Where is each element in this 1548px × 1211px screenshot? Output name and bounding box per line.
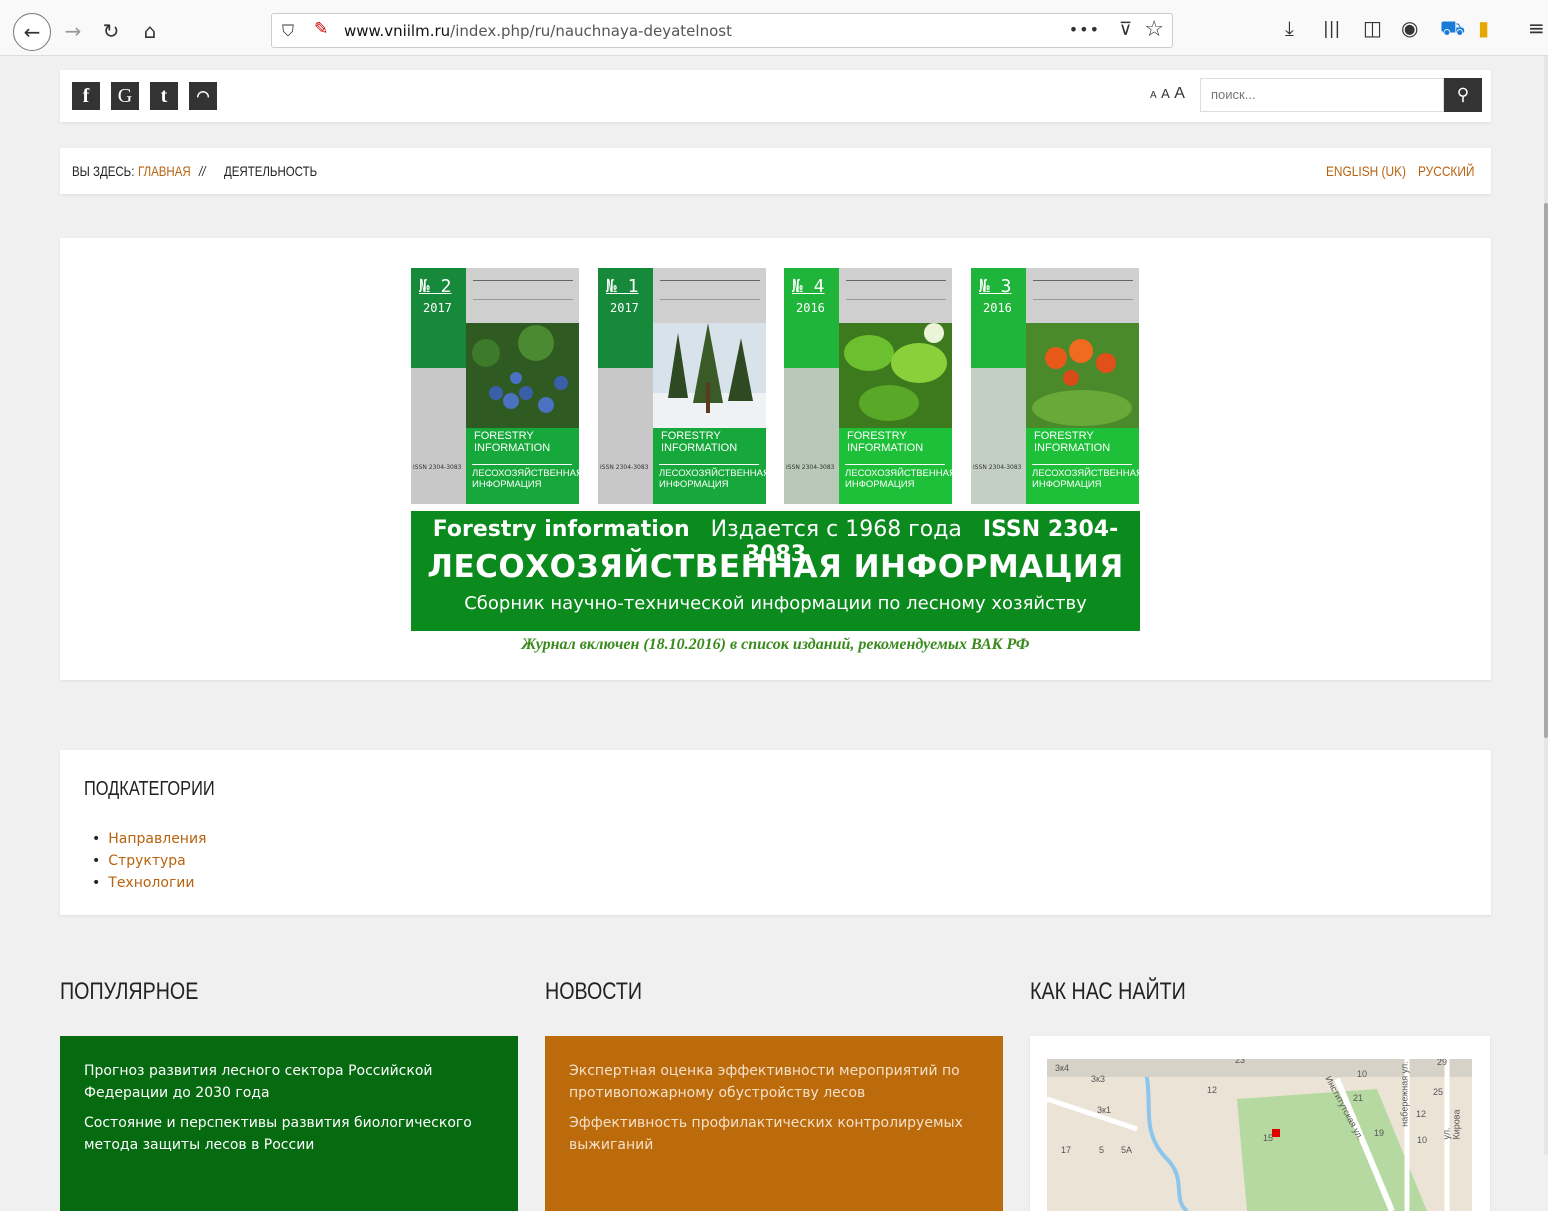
oak-leaves-photo	[839, 323, 952, 428]
breadcrumb-bar: ВЫ ЗДЕСЬ: ГЛАВНАЯ // ДЕЯТЕЛЬНОСТЬ ENGLIS…	[60, 148, 1491, 194]
news-title: НОВОСТИ	[545, 978, 643, 1005]
breadcrumb-home-link[interactable]: ГЛАВНАЯ	[138, 163, 191, 179]
journal-banner[interactable]: № 2 2017 FORESTRY INFORMATION ЛЕСОХОЗЯЙСТВ…	[60, 238, 1491, 680]
font-size-switcher: A A A	[1150, 85, 1185, 103]
vak-note: Журнал включен (18.10.2016) в список изд…	[521, 636, 1030, 653]
popular-article-link[interactable]: Прогноз развития лесного сектора Российс…	[84, 1060, 494, 1104]
home-button[interactable]: ⌂	[133, 14, 167, 48]
pine-forest-photo	[653, 323, 766, 428]
journal-cover[interactable]: № 2 2017 FORESTRY INFORMATION ЛЕСОХОЗЯЙСТВ…	[411, 268, 579, 504]
location-map[interactable]: 3к4 3к3 3к1 23 12 10 21 25 29 12 19 10 1…	[1047, 1059, 1472, 1211]
journal-cover[interactable]: № 3 2016 FORESTRY INFORMATION ЛЕСОХОЗЯЙСТВ…	[971, 268, 1139, 504]
font-normal-button[interactable]: A	[1161, 86, 1170, 101]
news-article-link[interactable]: Эффективность профилактических контролир…	[569, 1112, 979, 1156]
language-english-link[interactable]: ENGLISH (UK)	[1326, 163, 1406, 179]
account-icon[interactable]: ◉	[1401, 16, 1418, 40]
subcategory-link[interactable]: Технологии	[92, 872, 206, 894]
twitter-icon[interactable]: t	[150, 82, 178, 110]
subcategories-list: Направления Структура Технологии	[92, 828, 206, 894]
library-icon[interactable]: |||	[1323, 19, 1340, 39]
page-content: f G t ◠ A A A поиск... ⚲ ВЫ ЗДЕСЬ: ГЛАВН…	[0, 56, 1548, 1211]
insecure-icon[interactable]: ✎	[314, 19, 328, 39]
font-large-button[interactable]: A	[1174, 85, 1185, 103]
google-icon[interactable]: G	[111, 82, 139, 110]
shield-icon[interactable]: ⛉	[282, 21, 294, 41]
top-bar: f G t ◠ A A A поиск... ⚲	[60, 70, 1491, 122]
popular-card: Прогноз развития лесного сектора Российс…	[60, 1036, 518, 1211]
page-actions-button[interactable]: •••	[1069, 20, 1100, 39]
find-us-title: КАК НАС НАЙТИ	[1030, 978, 1186, 1005]
cloudberry-photo	[1026, 323, 1139, 428]
back-button[interactable]: ←	[13, 13, 51, 51]
forward-button[interactable]: →	[56, 14, 90, 48]
subcategory-link[interactable]: Структура	[92, 850, 206, 872]
blueberries-photo	[466, 323, 579, 428]
popular-title: ПОПУЛЯРНОЕ	[60, 978, 199, 1005]
journal-title-band[interactable]: Forestry information Издается с 1968 год…	[411, 511, 1140, 631]
font-small-button[interactable]: A	[1150, 90, 1157, 101]
language-russian-link[interactable]: РУССКИЙ	[1418, 163, 1474, 179]
popular-article-link[interactable]: Состояние и перспективы развития биологи…	[84, 1112, 494, 1156]
address-bar[interactable]: ⛉ ✎ www.vniilm.ru/index.php/ru/nauchnaya…	[271, 13, 1173, 48]
pocket-icon[interactable]: ⊽	[1119, 19, 1132, 40]
search-input[interactable]: поиск...	[1200, 78, 1444, 112]
search-icon: ⚲	[1456, 85, 1470, 105]
subcategories-title: ПОДКАТЕГОРИИ	[84, 778, 215, 800]
browser-toolbar: ← → ↻ ⌂ ⛉ ✎ www.vniilm.ru/index.php/ru/n…	[0, 0, 1548, 56]
menu-icon[interactable]: ≡	[1528, 16, 1545, 40]
facebook-icon[interactable]: f	[72, 82, 100, 110]
subcategories-panel: ПОДКАТЕГОРИИ Направления Структура Техно…	[60, 750, 1491, 915]
map-panel: 3к4 3к3 3к1 23 12 10 21 25 29 12 19 10 1…	[1030, 1036, 1490, 1211]
news-card: Экспертная оценка эффективности мероприя…	[545, 1036, 1003, 1211]
downloads-icon[interactable]: ⤓	[1285, 16, 1294, 40]
reload-button[interactable]: ↻	[94, 14, 128, 48]
cart-extension-icon[interactable]: ⛟	[1440, 16, 1465, 43]
scrollbar-thumb[interactable]	[1544, 203, 1548, 738]
journal-cover[interactable]: № 4 2016 FORESTRY INFORMATION ЛЕСОХОЗЯЙСТВ…	[784, 268, 952, 504]
url-text[interactable]: www.vniilm.ru/index.php/ru/nauchnaya-dey…	[344, 22, 732, 40]
breadcrumb-label: ВЫ ЗДЕСЬ:	[72, 163, 135, 179]
news-article-link[interactable]: Экспертная оценка эффективности мероприя…	[569, 1060, 979, 1104]
subcategory-link[interactable]: Направления	[92, 828, 206, 850]
sidebar-icon[interactable]: ◫	[1363, 16, 1382, 40]
journal-cover[interactable]: № 1 2017 FORESTRY INFORMATION ЛЕСОХОЗЯЙСТВ…	[598, 268, 766, 504]
search-button[interactable]: ⚲	[1444, 78, 1482, 112]
flag-extension-icon[interactable]: ▮	[1478, 16, 1489, 40]
breadcrumb-separator: //	[199, 163, 206, 179]
breadcrumb-current: ДЕЯТЕЛЬНОСТЬ	[224, 163, 318, 179]
bookmark-star-icon[interactable]: ☆	[1144, 17, 1164, 42]
rss-icon[interactable]: ◠	[189, 82, 217, 110]
